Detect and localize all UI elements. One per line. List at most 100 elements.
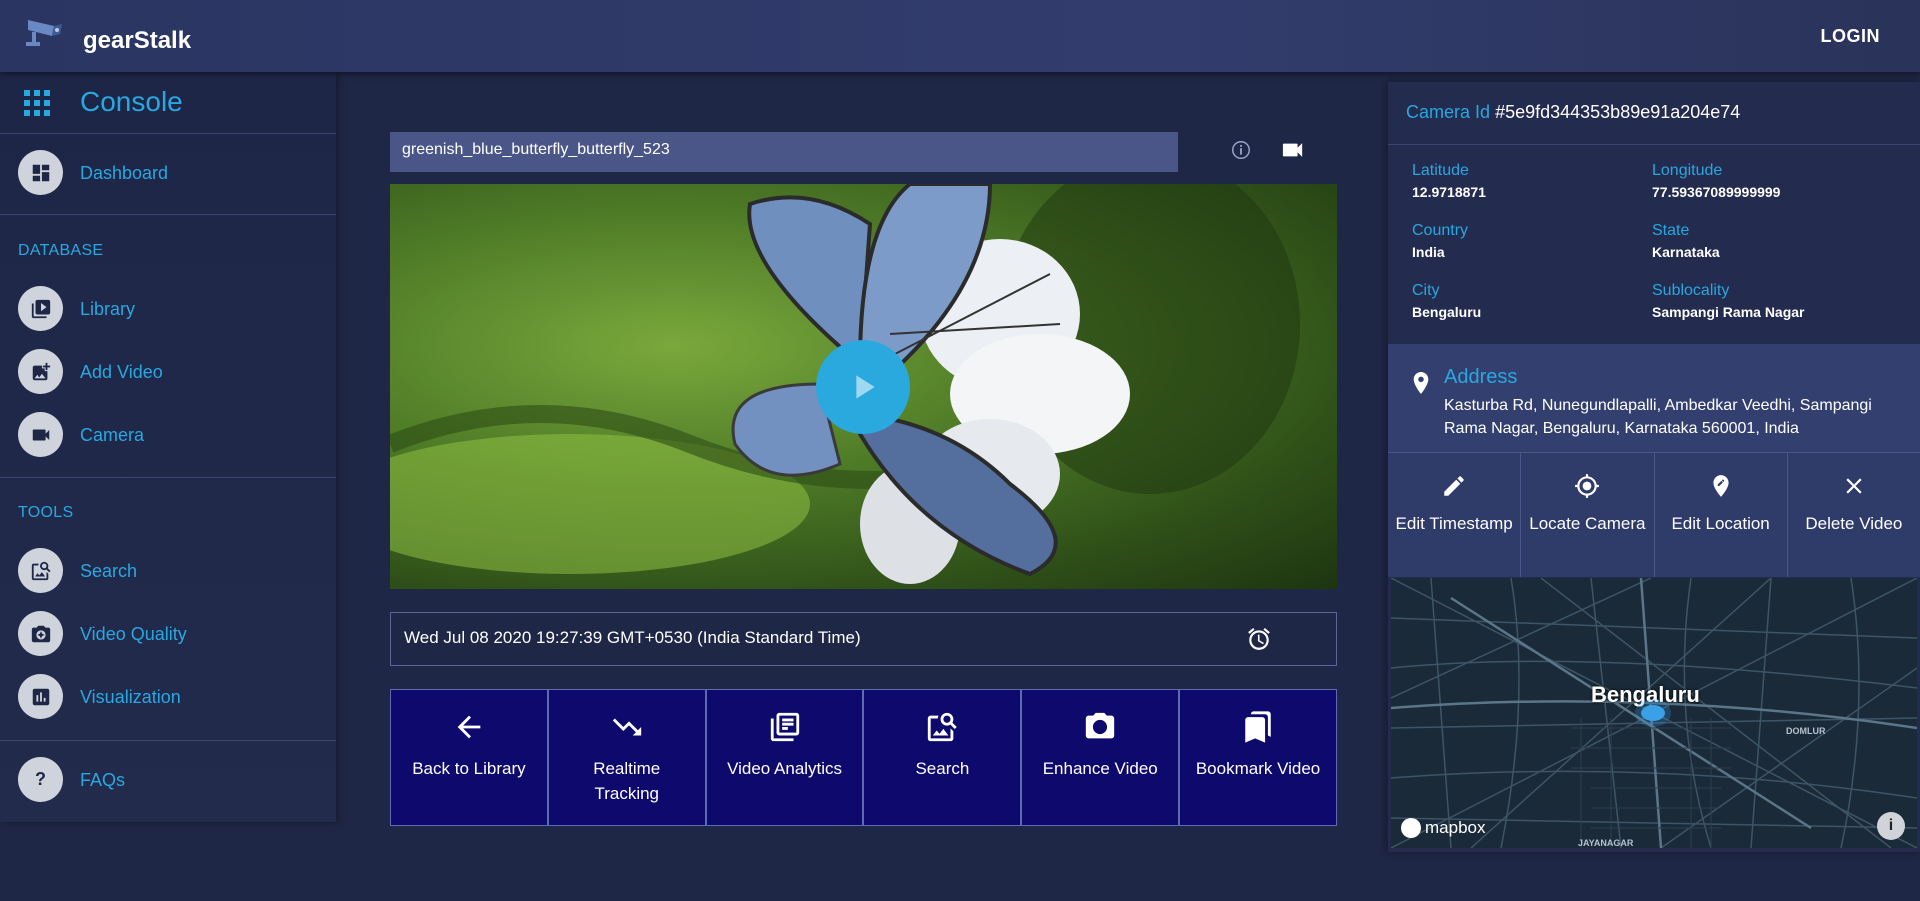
database-section-heading: DATABASE bbox=[18, 242, 104, 259]
divider bbox=[1388, 144, 1920, 145]
sidebar-item-label: Search bbox=[80, 561, 138, 581]
video-action-bar: Back to Library Realtime Tracking Video … bbox=[390, 689, 1337, 826]
sidebar-item-label: Add Video bbox=[80, 362, 163, 382]
map-city-label: Bengaluru bbox=[1591, 682, 1700, 707]
info-icon[interactable] bbox=[1230, 139, 1252, 161]
sidebar-item-label: Library bbox=[80, 299, 136, 319]
map-area-label: JAYANAGAR bbox=[1578, 838, 1634, 848]
divider bbox=[0, 477, 336, 478]
camera-enhance-icon bbox=[18, 611, 63, 656]
play-button[interactable] bbox=[816, 340, 910, 434]
video-title-field: greenish_blue_butterfly_butterfly_523 bbox=[390, 132, 1178, 172]
camera-plus-icon bbox=[1086, 712, 1115, 739]
image-search-icon bbox=[18, 548, 63, 593]
sidebar-item-label: Visualization bbox=[80, 687, 181, 707]
bar-chart-icon bbox=[18, 674, 63, 719]
videocam-icon bbox=[18, 412, 63, 457]
location-map[interactable]: Bengaluru DOMLUR JAYANAGAR mapbox i bbox=[1391, 578, 1917, 848]
action-label: Search bbox=[915, 759, 970, 778]
action-label: Video Analytics bbox=[727, 759, 843, 778]
video-player[interactable] bbox=[390, 184, 1337, 589]
video-library-icon bbox=[18, 286, 63, 331]
top-app-bar: gearStalk LOGIN bbox=[0, 0, 1920, 72]
mapbox-attribution[interactable]: mapbox bbox=[1401, 818, 1485, 838]
tools-section-heading: TOOLS bbox=[18, 504, 74, 521]
sidebar-item-dashboard[interactable]: Dashboard bbox=[0, 144, 336, 202]
sidebar-item-add-video[interactable]: Add Video bbox=[0, 343, 336, 401]
state-label: State bbox=[1652, 222, 1690, 239]
bookmark-video-button[interactable]: Bookmark Video bbox=[1179, 689, 1337, 826]
action-label: Edit Location bbox=[1671, 514, 1770, 533]
map-area-label: DOMLUR bbox=[1786, 726, 1826, 736]
sublocality-field: Sublocality Sampangi Rama Nagar bbox=[1652, 282, 1805, 320]
login-button[interactable]: LOGIN bbox=[1821, 26, 1881, 47]
console-title: Console bbox=[80, 86, 183, 117]
videocam-icon[interactable] bbox=[1282, 140, 1304, 160]
sidebar-item-camera[interactable]: Camera bbox=[0, 406, 336, 464]
latitude-value: 12.9718871 bbox=[1412, 184, 1486, 200]
address-label: Address bbox=[1444, 366, 1518, 388]
sublocality-label: Sublocality bbox=[1652, 282, 1730, 299]
cctv-camera-logo-icon bbox=[26, 20, 62, 46]
image-search-icon bbox=[928, 712, 958, 742]
camera-id: Camera Id #5e9fd344353b89e91a204e74 bbox=[1406, 102, 1740, 123]
action-label: Bookmark Video bbox=[1195, 759, 1321, 778]
map-info-icon[interactable]: i bbox=[1877, 812, 1905, 840]
dashboard-icon bbox=[18, 150, 63, 195]
divider bbox=[0, 740, 336, 741]
country-label: Country bbox=[1412, 222, 1469, 239]
sidebar-item-search[interactable]: Search bbox=[0, 542, 336, 600]
sidebar-item-label: FAQs bbox=[80, 770, 126, 790]
arrow-left-icon bbox=[457, 715, 481, 739]
latitude-field: Latitude 12.9718871 bbox=[1412, 162, 1486, 200]
sidebar-item-visualization[interactable]: Visualization bbox=[0, 668, 336, 726]
country-value: India bbox=[1412, 244, 1445, 260]
location-pin-icon bbox=[1413, 372, 1429, 394]
sublocality-value: Sampangi Rama Nagar bbox=[1652, 304, 1805, 320]
help-icon: ? bbox=[18, 757, 63, 802]
trending-down-icon bbox=[612, 718, 641, 736]
close-icon bbox=[1846, 478, 1862, 494]
search-button[interactable]: Search bbox=[863, 689, 1022, 826]
sidebar-item-video-quality[interactable]: Video Quality bbox=[0, 605, 336, 663]
sidebar-item-label: Camera bbox=[80, 425, 145, 445]
back-to-library-button[interactable]: Back to Library bbox=[390, 689, 548, 826]
divider bbox=[0, 214, 336, 215]
console-header: Console bbox=[0, 72, 336, 134]
sidebar-item-library[interactable]: Library bbox=[0, 280, 336, 338]
state-value: Karnataka bbox=[1652, 244, 1720, 260]
city-label: City bbox=[1412, 282, 1440, 299]
city-field: City Bengaluru bbox=[1412, 282, 1481, 320]
sidebar-item-label: Video Quality bbox=[80, 624, 187, 644]
locate-camera-button[interactable]: Locate Camera bbox=[1521, 452, 1655, 577]
apps-grid-icon[interactable] bbox=[24, 90, 50, 116]
edit-location-button[interactable]: Edit Location bbox=[1654, 452, 1788, 577]
action-label: Delete Video bbox=[1805, 514, 1903, 533]
bookmark-icon bbox=[1245, 711, 1271, 743]
latitude-label: Latitude bbox=[1412, 162, 1469, 179]
camera-id-label: Camera Id bbox=[1406, 102, 1491, 122]
address-box: Address Kasturba Rd, Nunegundlapalli, Am… bbox=[1388, 344, 1920, 452]
sidebar-item-faqs[interactable]: ? FAQs bbox=[0, 751, 336, 809]
longitude-field: Longitude 77.59367089999999 bbox=[1652, 162, 1780, 200]
enhance-video-button[interactable]: Enhance Video bbox=[1021, 689, 1180, 826]
map-location-marker[interactable] bbox=[1641, 705, 1665, 721]
video-analytics-button[interactable]: Video Analytics bbox=[705, 689, 864, 826]
address-value: Kasturba Rd, Nunegundlapalli, Ambedkar V… bbox=[1444, 397, 1872, 437]
delete-video-button[interactable]: Delete Video bbox=[1787, 452, 1920, 577]
pencil-icon bbox=[1444, 476, 1464, 496]
sidebar-item-label: Dashboard bbox=[80, 163, 169, 183]
sidebar: Console Dashboard DATABASE Library Add V… bbox=[0, 72, 336, 822]
longitude-value: 77.59367089999999 bbox=[1652, 184, 1781, 200]
gps-fixed-icon bbox=[1575, 474, 1600, 498]
video-timestamp: Wed Jul 08 2020 19:27:39 GMT+0530 (India… bbox=[390, 612, 1337, 666]
action-label: Enhance Video bbox=[1042, 759, 1158, 778]
alarm-icon[interactable] bbox=[1246, 626, 1272, 652]
state-field: State Karnataka bbox=[1652, 222, 1720, 260]
mapbox-label: mapbox bbox=[1425, 818, 1486, 837]
realtime-tracking-button[interactable]: Realtime Tracking bbox=[547, 689, 706, 826]
edit-timestamp-button[interactable]: Edit Timestamp bbox=[1388, 452, 1522, 577]
camera-action-bar: Edit Timestamp Locate Camera Edit Locati… bbox=[1388, 452, 1920, 577]
play-icon bbox=[856, 375, 875, 399]
add-photo-icon bbox=[18, 349, 63, 394]
